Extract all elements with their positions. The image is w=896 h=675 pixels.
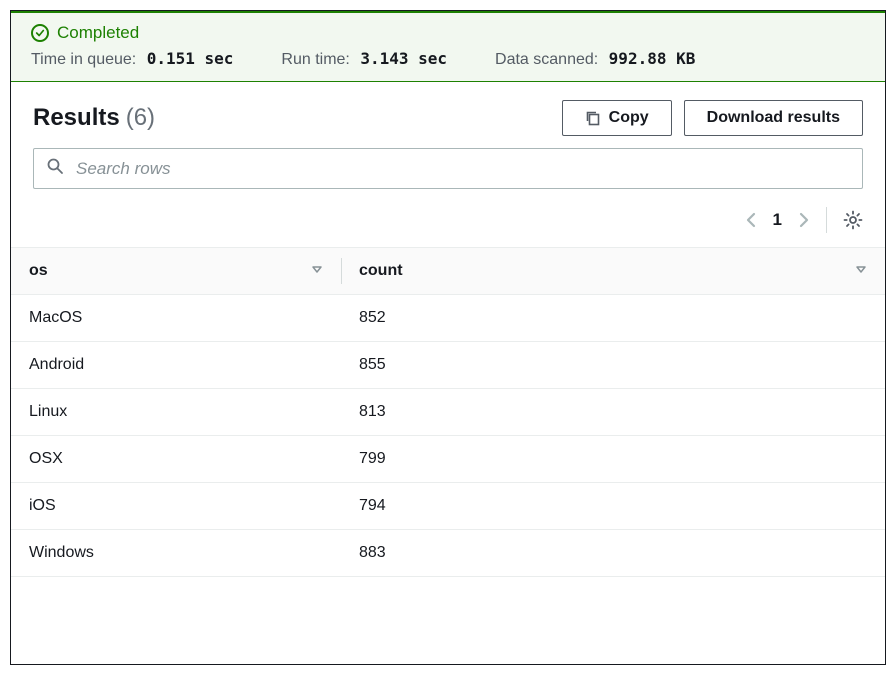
pagination: 1 (745, 210, 810, 230)
metric-value: 992.88 KB (609, 49, 696, 68)
cell-count: 852 (341, 295, 885, 342)
check-circle-icon (31, 24, 49, 42)
table-row: Windows883 (11, 530, 885, 577)
cell-os: Linux (11, 389, 341, 436)
cell-os: iOS (11, 483, 341, 530)
results-table: os count MacOS852Android855Linux813OSX79… (11, 247, 885, 577)
divider (826, 207, 827, 233)
metric-label: Data scanned: (495, 51, 598, 68)
search-input[interactable] (74, 158, 850, 180)
cell-os: Windows (11, 530, 341, 577)
metric-label: Time in queue: (31, 51, 136, 68)
cell-os: MacOS (11, 295, 341, 342)
status-metrics: Time in queue: 0.151 sec Run time: 3.143… (31, 49, 865, 69)
table-row: Android855 (11, 342, 885, 389)
query-results-panel: Completed Time in queue: 0.151 sec Run t… (10, 10, 886, 665)
metric-value: 0.151 sec (147, 49, 234, 68)
settings-button[interactable] (843, 210, 863, 230)
metric-runtime: Run time: 3.143 sec (281, 49, 447, 69)
table-row: Linux813 (11, 389, 885, 436)
metric-label: Run time: (281, 51, 349, 68)
next-page-button[interactable] (796, 211, 810, 229)
copy-icon (585, 110, 601, 126)
cell-count: 855 (341, 342, 885, 389)
column-header-os[interactable]: os (11, 248, 341, 295)
cell-count: 813 (341, 389, 885, 436)
page-number: 1 (773, 210, 782, 230)
copy-button[interactable]: Copy (562, 100, 672, 136)
results-title: Results (33, 104, 120, 132)
results-header: Results (6) Copy Download results (11, 82, 885, 148)
results-count: (6) (126, 104, 155, 132)
sort-icon (311, 262, 323, 280)
copy-button-label: Copy (609, 109, 649, 127)
column-label: count (359, 262, 403, 279)
download-results-label: Download results (707, 109, 840, 127)
sort-icon (855, 262, 867, 280)
prev-page-button[interactable] (745, 211, 759, 229)
cell-count: 794 (341, 483, 885, 530)
status-bar: Completed Time in queue: 0.151 sec Run t… (11, 11, 885, 82)
search-box[interactable] (33, 148, 863, 189)
status-label: Completed (57, 23, 139, 43)
table-row: MacOS852 (11, 295, 885, 342)
table-row: iOS794 (11, 483, 885, 530)
download-results-button[interactable]: Download results (684, 100, 863, 136)
cell-os: OSX (11, 436, 341, 483)
metric-value: 3.143 sec (360, 49, 447, 68)
table-row: OSX799 (11, 436, 885, 483)
cell-count: 883 (341, 530, 885, 577)
cell-count: 799 (341, 436, 885, 483)
search-icon (46, 157, 64, 180)
metric-queue: Time in queue: 0.151 sec (31, 49, 233, 69)
column-label: os (29, 262, 48, 279)
cell-os: Android (11, 342, 341, 389)
metric-scanned: Data scanned: 992.88 KB (495, 49, 695, 69)
column-header-count[interactable]: count (341, 248, 885, 295)
